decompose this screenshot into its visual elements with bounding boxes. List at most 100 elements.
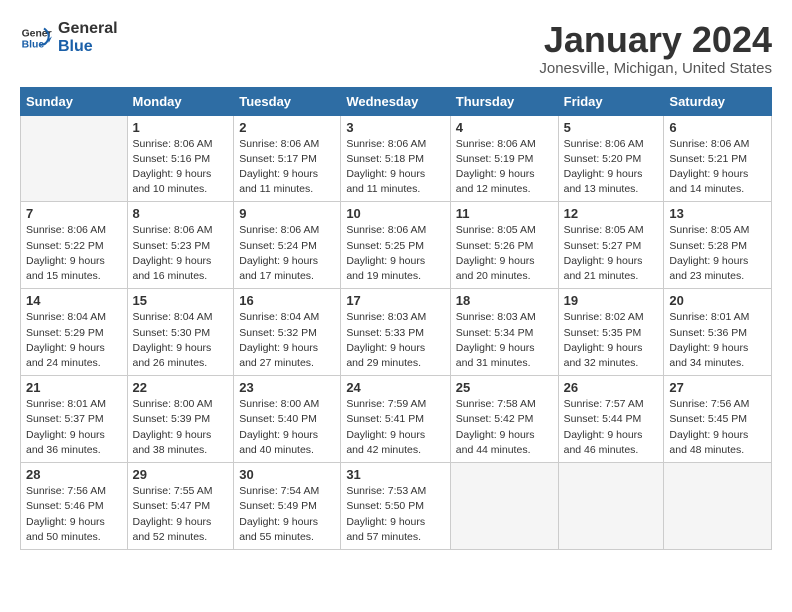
calendar-cell: 16Sunrise: 8:04 AMSunset: 5:32 PMDayligh… bbox=[234, 289, 341, 376]
daylight-label: Daylight: 9 hours and 40 minutes. bbox=[239, 429, 318, 456]
daylight-label: Daylight: 9 hours and 13 minutes. bbox=[564, 168, 643, 195]
sunset-label: Sunset: 5:17 PM bbox=[239, 153, 317, 165]
sunset-label: Sunset: 5:16 PM bbox=[133, 153, 211, 165]
calendar-cell: 17Sunrise: 8:03 AMSunset: 5:33 PMDayligh… bbox=[341, 289, 450, 376]
calendar-cell bbox=[21, 115, 128, 202]
daylight-label: Daylight: 9 hours and 32 minutes. bbox=[564, 342, 643, 369]
weekday-header: Sunday bbox=[21, 87, 128, 115]
sunrise-label: Sunrise: 8:05 AM bbox=[456, 224, 536, 236]
sunrise-label: Sunrise: 8:06 AM bbox=[239, 224, 319, 236]
sunset-label: Sunset: 5:19 PM bbox=[456, 153, 534, 165]
sunset-label: Sunset: 5:41 PM bbox=[346, 413, 424, 425]
day-detail: Sunrise: 8:06 AM Sunset: 5:16 PM Daylight:… bbox=[133, 137, 229, 198]
day-detail: Sunrise: 8:01 AMSunset: 5:36 PMDaylight:… bbox=[669, 310, 766, 371]
daylight-label: Daylight: 9 hours and 14 minutes. bbox=[669, 168, 748, 195]
calendar-cell: 25Sunrise: 7:58 AMSunset: 5:42 PMDayligh… bbox=[450, 376, 558, 463]
sunrise-label: Sunrise: 8:04 AM bbox=[26, 311, 106, 323]
day-detail: Sunrise: 7:53 AMSunset: 5:50 PMDaylight:… bbox=[346, 484, 444, 545]
sunset-label: Sunset: 5:40 PM bbox=[239, 413, 317, 425]
day-detail: Sunrise: 7:59 AMSunset: 5:41 PMDaylight:… bbox=[346, 397, 444, 458]
sunrise-label: Sunrise: 7:56 AM bbox=[26, 485, 106, 497]
sunrise-label: Sunrise: 8:06 AM bbox=[456, 138, 536, 150]
sunrise-label: Sunrise: 8:02 AM bbox=[564, 311, 644, 323]
daylight-label: Daylight: 9 hours and 50 minutes. bbox=[26, 516, 105, 543]
month-title: January 2024 bbox=[539, 20, 772, 60]
sunset-label: Sunset: 5:36 PM bbox=[669, 327, 747, 339]
calendar-week-row: 1 Sunrise: 8:06 AM Sunset: 5:16 PM Daylight… bbox=[21, 115, 772, 202]
calendar-cell: 8Sunrise: 8:06 AMSunset: 5:23 PMDaylight… bbox=[127, 202, 234, 289]
weekday-header: Monday bbox=[127, 87, 234, 115]
location-subtitle: Jonesville, Michigan, United States bbox=[539, 60, 772, 77]
day-number: 1 bbox=[133, 120, 229, 135]
day-detail: Sunrise: 8:06 AMSunset: 5:25 PMDaylight:… bbox=[346, 223, 444, 284]
sunrise-label: Sunrise: 8:00 AM bbox=[239, 398, 319, 410]
title-block: January 2024 Jonesville, Michigan, Unite… bbox=[539, 20, 772, 77]
sunset-label: Sunset: 5:49 PM bbox=[239, 500, 317, 512]
daylight-label: Daylight: 9 hours and 42 minutes. bbox=[346, 429, 425, 456]
calendar-cell: 24Sunrise: 7:59 AMSunset: 5:41 PMDayligh… bbox=[341, 376, 450, 463]
sunrise-label: Sunrise: 8:05 AM bbox=[564, 224, 644, 236]
sunrise-label: Sunrise: 7:54 AM bbox=[239, 485, 319, 497]
sunrise-label: Sunrise: 8:00 AM bbox=[133, 398, 213, 410]
daylight-label: Daylight: 9 hours and 46 minutes. bbox=[564, 429, 643, 456]
logo-blue: Blue bbox=[58, 38, 118, 56]
day-detail: Sunrise: 7:58 AMSunset: 5:42 PMDaylight:… bbox=[456, 397, 553, 458]
day-detail: Sunrise: 8:05 AM Sunset: 5:26 PM Daylight:… bbox=[456, 223, 553, 284]
logo: General Blue General Blue bbox=[20, 20, 118, 55]
sunrise-label: Sunrise: 7:58 AM bbox=[456, 398, 536, 410]
day-detail: Sunrise: 7:57 AMSunset: 5:44 PMDaylight:… bbox=[564, 397, 659, 458]
sunset-label: Sunset: 5:45 PM bbox=[669, 413, 747, 425]
sunset-label: Sunset: 5:47 PM bbox=[133, 500, 211, 512]
sunset-label: Sunset: 5:32 PM bbox=[239, 327, 317, 339]
day-detail: Sunrise: 8:05 AMSunset: 5:27 PMDaylight:… bbox=[564, 223, 659, 284]
sunset-label: Sunset: 5:23 PM bbox=[133, 240, 211, 252]
day-detail: Sunrise: 8:00 AM Sunset: 5:40 PM Daylight:… bbox=[239, 397, 335, 458]
day-number: 10 bbox=[346, 206, 444, 221]
sunrise-label: Sunrise: 8:06 AM bbox=[133, 138, 213, 150]
calendar-cell bbox=[558, 463, 664, 550]
sunset-label: Sunset: 5:39 PM bbox=[133, 413, 211, 425]
daylight-label: Daylight: 9 hours and 16 minutes. bbox=[133, 255, 212, 282]
day-detail: Sunrise: 8:06 AMSunset: 5:22 PMDaylight:… bbox=[26, 223, 122, 284]
daylight-label: Daylight: 9 hours and 36 minutes. bbox=[26, 429, 105, 456]
daylight-label: Daylight: 9 hours and 15 minutes. bbox=[26, 255, 105, 282]
daylight-label: Daylight: 9 hours and 20 minutes. bbox=[456, 255, 535, 282]
daylight-label: Daylight: 9 hours and 11 minutes. bbox=[239, 168, 318, 195]
day-detail: Sunrise: 8:03 AMSunset: 5:33 PMDaylight:… bbox=[346, 310, 444, 371]
daylight-label: Daylight: 9 hours and 19 minutes. bbox=[346, 255, 425, 282]
day-number: 6 bbox=[669, 120, 766, 135]
day-number: 5 bbox=[564, 120, 659, 135]
day-number: 14 bbox=[26, 293, 122, 308]
day-number: 23 bbox=[239, 380, 335, 395]
calendar-cell: 13Sunrise: 8:05 AMSunset: 5:28 PMDayligh… bbox=[664, 202, 772, 289]
day-detail: Sunrise: 8:01 AMSunset: 5:37 PMDaylight:… bbox=[26, 397, 122, 458]
sunrise-label: Sunrise: 8:06 AM bbox=[133, 224, 213, 236]
sunset-label: Sunset: 5:26 PM bbox=[456, 240, 534, 252]
calendar-cell: 11 Sunrise: 8:05 AM Sunset: 5:26 PM Dayligh… bbox=[450, 202, 558, 289]
calendar-cell: 21Sunrise: 8:01 AMSunset: 5:37 PMDayligh… bbox=[21, 376, 128, 463]
sunrise-label: Sunrise: 7:56 AM bbox=[669, 398, 749, 410]
day-number: 22 bbox=[133, 380, 229, 395]
daylight-label: Daylight: 9 hours and 29 minutes. bbox=[346, 342, 425, 369]
sunset-label: Sunset: 5:18 PM bbox=[346, 153, 424, 165]
sunset-label: Sunset: 5:27 PM bbox=[564, 240, 642, 252]
day-number: 13 bbox=[669, 206, 766, 221]
day-detail: Sunrise: 7:56 AMSunset: 5:46 PMDaylight:… bbox=[26, 484, 122, 545]
sunrise-label: Sunrise: 8:05 AM bbox=[669, 224, 749, 236]
sunset-label: Sunset: 5:24 PM bbox=[239, 240, 317, 252]
day-number: 11 bbox=[456, 206, 553, 221]
logo-general: General bbox=[58, 20, 118, 38]
day-number: 15 bbox=[133, 293, 229, 308]
daylight-label: Daylight: 9 hours and 10 minutes. bbox=[133, 168, 212, 195]
calendar-cell: 31Sunrise: 7:53 AMSunset: 5:50 PMDayligh… bbox=[341, 463, 450, 550]
daylight-label: Daylight: 9 hours and 11 minutes. bbox=[346, 168, 425, 195]
day-detail: Sunrise: 7:55 AMSunset: 5:47 PMDaylight:… bbox=[133, 484, 229, 545]
day-number: 19 bbox=[564, 293, 659, 308]
calendar-cell: 2Sunrise: 8:06 AMSunset: 5:17 PMDaylight… bbox=[234, 115, 341, 202]
calendar-cell: 10 Sunrise: 8:06 AMSunset: 5:25 PMDayligh… bbox=[341, 202, 450, 289]
sunset-label: Sunset: 5:34 PM bbox=[456, 327, 534, 339]
calendar-week-row: 28Sunrise: 7:56 AMSunset: 5:46 PMDayligh… bbox=[21, 463, 772, 550]
sunset-label: Sunset: 5:42 PM bbox=[456, 413, 534, 425]
day-detail: Sunrise: 8:06 AMSunset: 5:18 PMDaylight:… bbox=[346, 137, 444, 198]
sunrise-label: Sunrise: 8:06 AM bbox=[346, 224, 426, 236]
